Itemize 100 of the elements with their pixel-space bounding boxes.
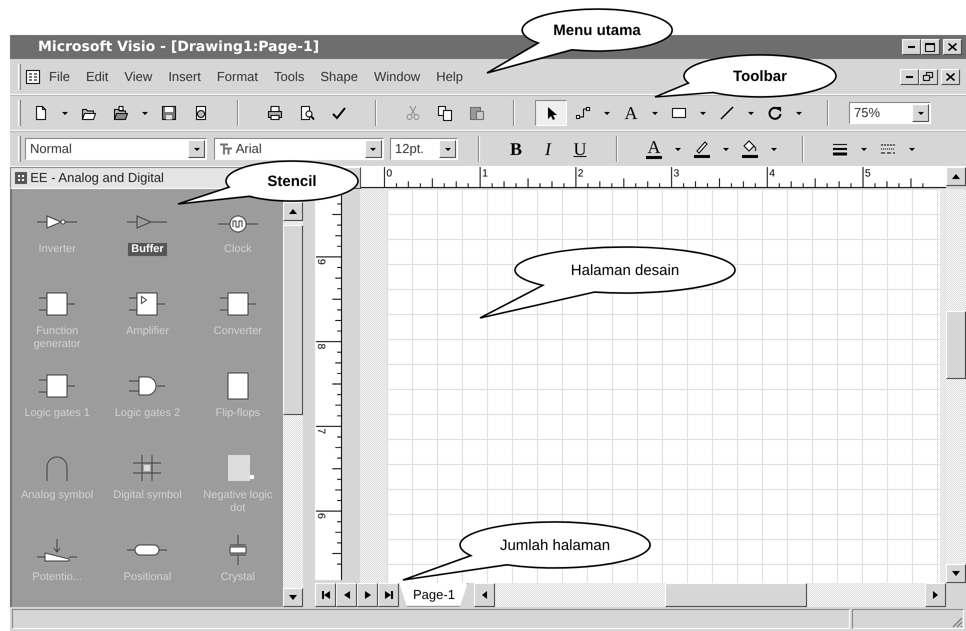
window-title: Microsoft Visio - [Drawing1:Page-1] — [38, 39, 320, 56]
ruler-number: 5 — [864, 168, 871, 180]
scroll-left-button[interactable] — [474, 582, 496, 606]
caret-icon — [747, 110, 755, 116]
caret-icon — [795, 110, 803, 116]
minimize-icon — [908, 46, 915, 48]
clipboard-icon — [469, 104, 485, 121]
next-page-button[interactable] — [357, 582, 378, 606]
pen-icon — [694, 139, 710, 156]
left-arrow-icon — [482, 590, 488, 598]
minimize-button[interactable] — [900, 68, 919, 85]
caret-icon — [674, 146, 682, 152]
page-tab[interactable]: Page-1 — [399, 582, 468, 606]
maximize-button[interactable] — [920, 39, 940, 56]
scroll-down-button[interactable] — [283, 588, 303, 606]
truetype-icon — [218, 142, 232, 155]
caret-icon — [860, 146, 868, 152]
minimize-button[interactable] — [902, 39, 921, 56]
menu-item[interactable]: Shape — [312, 64, 366, 88]
menu-item[interactable]: Edit — [78, 64, 116, 88]
callout-text: Halaman desain — [570, 262, 680, 279]
menu-item[interactable]: Window — [366, 64, 428, 88]
scroll-down-button[interactable] — [946, 564, 966, 582]
caret-icon — [699, 110, 707, 116]
caret-icon — [722, 146, 730, 152]
menu-item[interactable]: Insert — [160, 64, 209, 88]
checkmark-icon — [331, 104, 347, 121]
ruler-number: 4 — [769, 168, 776, 180]
copy-icon — [437, 104, 453, 121]
dropdown-button[interactable] — [364, 140, 382, 158]
bold-button[interactable]: B — [500, 136, 532, 162]
folder-icon — [113, 104, 129, 121]
minimize-icon — [906, 76, 913, 78]
stencil-title: EE - Analog and Digital — [30, 169, 164, 188]
maximize-icon — [925, 42, 936, 52]
ruler-number: 1 — [482, 168, 488, 180]
line-icon — [719, 104, 735, 121]
pointer-button[interactable] — [535, 100, 567, 126]
italic-button[interactable]: I — [532, 136, 564, 162]
size-combobox[interactable]: 12pt. — [390, 138, 458, 160]
skip-start-icon — [322, 590, 330, 598]
page-magnifier-icon — [299, 104, 315, 121]
skip-end-icon — [384, 590, 392, 598]
caret-icon — [61, 110, 69, 116]
dropdown-button[interactable] — [439, 140, 456, 158]
down-arrow-icon — [289, 594, 297, 600]
menu-item[interactable]: Help — [428, 64, 471, 88]
scrollbar-thumb[interactable] — [946, 310, 966, 379]
scroll-up-button[interactable] — [946, 166, 966, 186]
ruler-number: 7 — [315, 428, 327, 434]
caret-icon — [444, 146, 452, 152]
up-arrow-icon — [952, 174, 960, 179]
caret-icon — [916, 110, 924, 116]
caret-icon — [192, 146, 200, 152]
close-button[interactable] — [943, 39, 962, 56]
close-icon — [946, 72, 955, 81]
scrollbar-thumb[interactable] — [665, 582, 808, 606]
scrollbar-thumb[interactable] — [283, 224, 303, 415]
last-page-button[interactable] — [378, 582, 399, 606]
ruler-number: 9 — [315, 258, 327, 265]
dropdown-button[interactable] — [188, 140, 205, 158]
zoom-combobox[interactable]: 75% — [849, 102, 931, 124]
scroll-right-button[interactable] — [925, 582, 946, 606]
stencil-icon — [15, 172, 27, 184]
restore-button[interactable] — [918, 68, 938, 85]
callout-text: Menu utama — [553, 22, 641, 39]
ruler-number: 8 — [315, 344, 327, 350]
style-combobox[interactable]: Normal — [25, 138, 207, 160]
dropdown-button[interactable] — [912, 104, 929, 122]
shape-label[interactable]: Buffer — [128, 242, 167, 256]
font-color-button[interactable]: A — [638, 136, 670, 162]
caret-icon — [651, 110, 659, 116]
first-page-button[interactable] — [315, 582, 336, 606]
underline-button[interactable]: U — [564, 136, 596, 162]
scroll-up-button[interactable] — [283, 202, 303, 221]
ruler-number: 2 — [578, 168, 584, 180]
restore-icon — [923, 72, 934, 82]
caret-icon — [369, 146, 377, 152]
menu-item[interactable]: Format — [208, 64, 266, 88]
callout-text: Jumlah halaman — [500, 537, 610, 554]
ruler-number: 0 — [386, 168, 392, 180]
close-icon — [948, 43, 957, 52]
close-button[interactable] — [941, 68, 960, 85]
ruler-number: 3 — [674, 168, 680, 180]
callout-text: Stencil — [267, 173, 317, 190]
font-combobox[interactable]: Arial — [214, 138, 384, 160]
up-arrow-icon — [289, 208, 297, 214]
caret-icon — [141, 110, 149, 116]
rotate-icon — [767, 104, 783, 121]
callout-text: Toolbar — [733, 68, 787, 85]
left-triangle-icon — [342, 590, 350, 598]
menu-item[interactable]: File — [41, 64, 78, 88]
menu-item[interactable]: View — [116, 64, 160, 88]
caret-icon — [770, 146, 778, 152]
text-button[interactable]: A — [615, 100, 647, 126]
menu-item[interactable]: Tools — [266, 64, 312, 88]
scissors-icon — [405, 104, 421, 121]
right-arrow-icon — [933, 590, 938, 598]
document-icon — [25, 68, 41, 85]
previous-page-button[interactable] — [336, 582, 357, 606]
